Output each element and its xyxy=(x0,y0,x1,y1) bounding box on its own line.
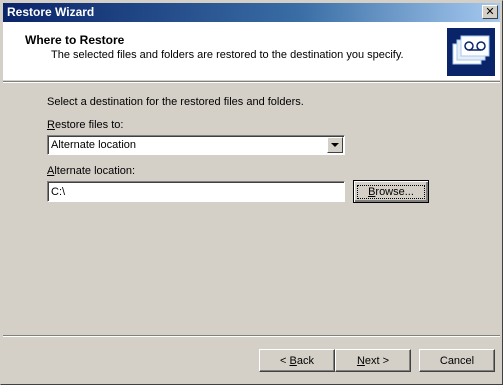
next-mnemonic: N xyxy=(356,354,365,367)
back-label: ack xyxy=(296,354,314,367)
instruction-text: Select a destination for the restored fi… xyxy=(47,96,304,108)
alternate-location-input[interactable] xyxy=(47,181,345,202)
close-button[interactable]: ✕ xyxy=(482,5,498,19)
browse-button-focus: Browse... xyxy=(357,184,425,199)
close-icon: ✕ xyxy=(485,5,495,18)
browse-label: rowse... xyxy=(375,185,414,198)
restore-files-to-label: Restore files to: xyxy=(47,119,123,131)
window-title: Restore Wizard xyxy=(7,5,95,19)
restore-files-to-mnemonic: R xyxy=(47,119,55,131)
restore-files-to-value: Alternate location xyxy=(51,139,136,151)
title-bar[interactable]: Restore Wizard ✕ xyxy=(3,3,500,22)
cancel-button[interactable]: Cancel xyxy=(419,349,495,372)
restore-wizard-window: Restore Wizard ✕ Where to Restore The se… xyxy=(0,0,503,385)
footer-divider xyxy=(3,335,500,337)
restore-files-to-dropdown[interactable]: Alternate location xyxy=(47,135,345,155)
page-subtitle: The selected files and folders are resto… xyxy=(51,49,404,61)
wizard-header: Where to Restore The selected files and … xyxy=(3,22,500,80)
browse-button[interactable]: Browse... xyxy=(353,180,429,203)
restore-files-to-label-text: estore files to: xyxy=(54,119,124,131)
header-divider xyxy=(3,81,500,83)
next-label: ext > xyxy=(364,354,390,367)
next-button[interactable]: Next > xyxy=(335,349,411,372)
page-title: Where to Restore xyxy=(25,33,125,47)
back-button[interactable]: < Back xyxy=(259,349,335,372)
back-mnemonic: B xyxy=(289,354,297,367)
back-prefix: < xyxy=(280,354,290,367)
alternate-location-label-text: lternate location: xyxy=(54,165,136,177)
chevron-down-icon[interactable] xyxy=(327,137,343,153)
alternate-location-label: Alternate location: xyxy=(47,165,135,177)
restore-wizard-icon xyxy=(447,28,495,76)
